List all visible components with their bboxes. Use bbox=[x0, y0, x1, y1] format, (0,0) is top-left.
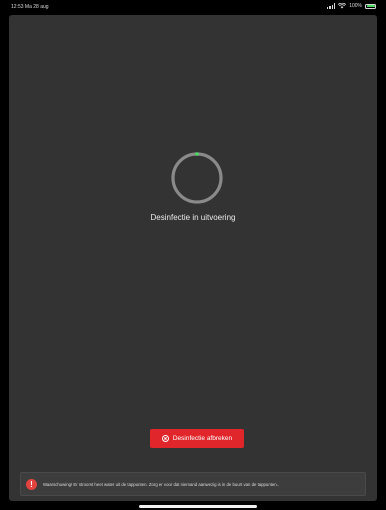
wifi-icon bbox=[338, 3, 347, 9]
spinner-track bbox=[171, 152, 223, 204]
clock-time: 12:53 bbox=[11, 4, 24, 10]
progress-status-text: Desinfectie in uitvoering bbox=[150, 213, 236, 222]
warning-banner: ! Waarschuwing! Er stroomt heet water ui… bbox=[20, 472, 366, 496]
close-circle-icon bbox=[161, 435, 169, 442]
warning-icon: ! bbox=[26, 478, 37, 490]
progress-spinner-icon bbox=[171, 152, 223, 204]
status-bar: 12:53 Ma 28 aug 100% bbox=[0, 0, 386, 14]
abort-disinfection-button[interactable]: Desinfectie afbreken bbox=[150, 429, 244, 448]
cellular-signal-icon bbox=[327, 3, 336, 9]
battery-percentage: 100% bbox=[349, 3, 362, 9]
app-screen: Desinfectie in uitvoering Desinfectie af… bbox=[9, 15, 377, 501]
abort-button-label: Desinfectie afbreken bbox=[172, 435, 233, 442]
spinner-indicator bbox=[195, 152, 199, 156]
clock-date: Ma 28 aug bbox=[24, 4, 49, 10]
status-time: 12:53 Ma 28 aug bbox=[11, 4, 49, 10]
status-indicators: 100% bbox=[327, 3, 376, 9]
battery-icon bbox=[365, 3, 376, 9]
warning-text: Waarschuwing! Er stroomt heet water uit … bbox=[43, 481, 280, 487]
home-indicator[interactable] bbox=[139, 505, 257, 508]
device-frame: 12:53 Ma 28 aug 100% Desinfectie in uitv… bbox=[0, 0, 386, 510]
